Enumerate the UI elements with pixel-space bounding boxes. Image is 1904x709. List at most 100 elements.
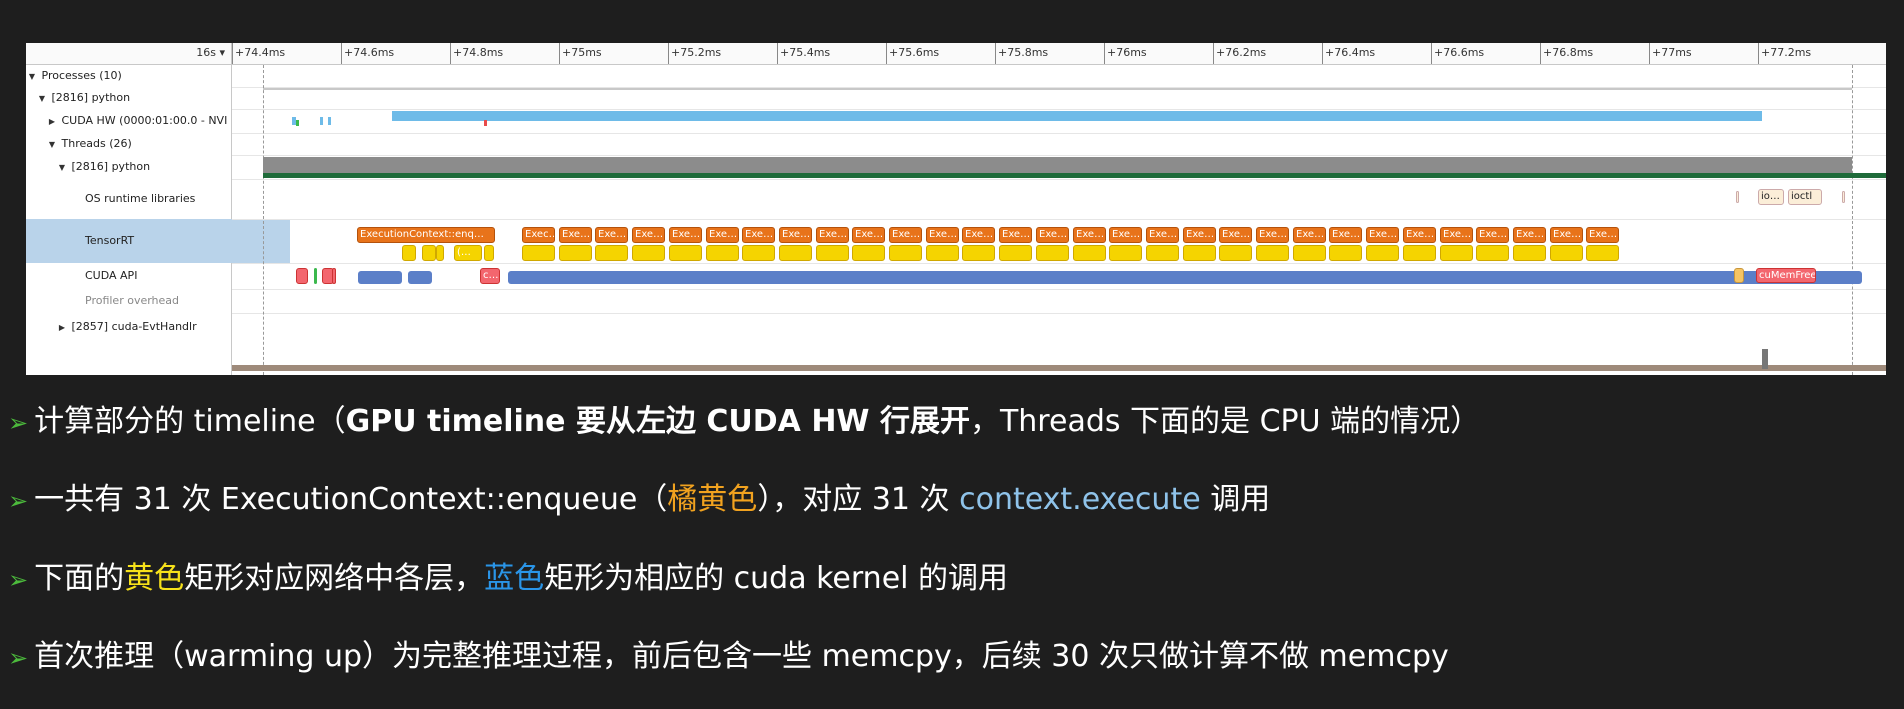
cuda-api-band[interactable] — [408, 271, 432, 284]
cuda-hw-kernel[interactable] — [320, 117, 323, 125]
layer-block[interactable] — [1476, 245, 1509, 261]
layer-block[interactable] — [669, 245, 702, 261]
cuda-hw-memcpy[interactable] — [296, 120, 299, 126]
enqueue-block[interactable]: Exe… — [1476, 227, 1509, 243]
layer-block[interactable] — [1440, 245, 1473, 261]
enqueue-block[interactable]: Exe… — [1146, 227, 1179, 243]
enqueue-block[interactable]: Exe… — [1183, 227, 1216, 243]
tree-row-cuda-hw[interactable]: ▶ CUDA HW (0000:01:00.0 - NVI — [26, 109, 251, 133]
layer-block[interactable] — [436, 245, 444, 261]
layer-block[interactable] — [1329, 245, 1362, 261]
enqueue-block[interactable]: Exe… — [779, 227, 812, 243]
cuda-api-call[interactable] — [296, 268, 308, 284]
enqueue-block[interactable]: Exe… — [1109, 227, 1142, 243]
tree-row-python-process[interactable]: ▼ [2816] python — [26, 87, 241, 109]
enqueue-block[interactable]: Exe… — [1513, 227, 1546, 243]
tree-row-python-thread[interactable]: ▼ [2816] python — [26, 155, 261, 179]
layer-block[interactable] — [1366, 245, 1399, 261]
layer-block[interactable] — [422, 245, 436, 261]
enqueue-block[interactable]: Exe… — [1036, 227, 1069, 243]
enqueue-block[interactable]: Exe… — [1586, 227, 1619, 243]
expand-icon[interactable]: ▶ — [46, 110, 58, 133]
layer-block[interactable] — [1513, 245, 1546, 261]
layer-block[interactable] — [402, 245, 416, 261]
layer-block[interactable] — [1293, 245, 1326, 261]
enqueue-block[interactable]: Exe… — [742, 227, 775, 243]
expand-icon[interactable]: ▶ — [56, 314, 68, 341]
enqueue-block[interactable]: Exe… — [926, 227, 959, 243]
enqueue-block[interactable]: Exe… — [669, 227, 702, 243]
layer-block[interactable] — [889, 245, 922, 261]
layer-block[interactable] — [559, 245, 592, 261]
layer-block[interactable] — [522, 245, 555, 261]
layer-block[interactable] — [1586, 245, 1619, 261]
enqueue-block[interactable]: Exe… — [999, 227, 1032, 243]
cuda-api-call[interactable] — [1734, 268, 1744, 283]
cuda-api-call[interactable]: c… — [480, 268, 500, 284]
layer-block[interactable] — [1219, 245, 1252, 261]
enqueue-block[interactable]: Exe… — [1403, 227, 1436, 243]
timeline-tracks[interactable]: io… ioctl ExecutionContext::enq…(…Exec…E… — [232, 65, 1886, 375]
layer-block[interactable] — [1146, 245, 1179, 261]
enqueue-block[interactable]: Exe… — [595, 227, 628, 243]
enqueue-block[interactable]: Exe… — [962, 227, 995, 243]
cuda-api-band[interactable] — [358, 271, 402, 284]
layer-block[interactable] — [1256, 245, 1289, 261]
layer-block[interactable] — [962, 245, 995, 261]
range-marker-start[interactable] — [263, 65, 264, 375]
enqueue-block[interactable]: Exe… — [852, 227, 885, 243]
os-call-small[interactable] — [1736, 191, 1739, 203]
layer-block[interactable]: (… — [454, 245, 482, 261]
enqueue-block[interactable]: Exe… — [559, 227, 592, 243]
enqueue-block[interactable]: Exe… — [816, 227, 849, 243]
enqueue-block[interactable]: Exe… — [632, 227, 665, 243]
tree-row-processes[interactable]: ▼ Processes (10) — [26, 65, 231, 87]
enqueue-block[interactable]: Exe… — [1440, 227, 1473, 243]
enqueue-block[interactable]: Exe… — [1293, 227, 1326, 243]
os-call-ioctl[interactable]: ioctl — [1788, 189, 1822, 205]
layer-block[interactable] — [852, 245, 885, 261]
layer-block[interactable] — [1109, 245, 1142, 261]
collapse-icon[interactable]: ▼ — [46, 134, 58, 155]
collapse-icon[interactable]: ▼ — [36, 88, 48, 109]
layer-block[interactable] — [1403, 245, 1436, 261]
collapse-icon[interactable]: ▼ — [26, 66, 38, 87]
cuda-api-call[interactable] — [314, 268, 317, 284]
tree-row-threads[interactable]: ▼ Threads (26) — [26, 133, 251, 155]
layer-block[interactable] — [1183, 245, 1216, 261]
cuda-hw-kernel[interactable] — [328, 117, 331, 125]
layer-block[interactable] — [1073, 245, 1106, 261]
enqueue-block[interactable]: Exe… — [1256, 227, 1289, 243]
thread-utilization-bar[interactable] — [263, 157, 1852, 173]
time-ruler[interactable]: 16s ▾ +74.4ms +74.6ms +74.8ms +75ms +75.2ms +… — [26, 43, 1886, 65]
layer-block[interactable] — [779, 245, 812, 261]
layer-block[interactable] — [484, 245, 494, 261]
enqueue-block[interactable]: Exe… — [1366, 227, 1399, 243]
layer-block[interactable] — [1550, 245, 1583, 261]
tree-row-evt-handler[interactable]: ▶ [2857] cuda-EvtHandlr — [26, 313, 261, 341]
cuda-hw-kernel-band[interactable] — [392, 111, 1762, 121]
layer-block[interactable] — [1036, 245, 1069, 261]
os-call-io[interactable]: io… — [1758, 189, 1784, 205]
range-marker-end[interactable] — [1852, 65, 1853, 375]
cuda-hw-memcpy[interactable] — [484, 120, 487, 126]
layer-block[interactable] — [632, 245, 665, 261]
cuda-api-cumemfree[interactable]: cuMemFree — [1756, 268, 1816, 283]
collapse-icon[interactable]: ▼ — [56, 156, 68, 179]
evt-handler-activity[interactable] — [1762, 349, 1768, 369]
enqueue-block[interactable]: Exec… — [522, 227, 555, 243]
cuda-api-call[interactable] — [332, 268, 336, 284]
enqueue-block[interactable]: ExecutionContext::enq… — [357, 227, 495, 243]
layer-block[interactable] — [742, 245, 775, 261]
cuda-api-band[interactable] — [508, 271, 1862, 284]
enqueue-block[interactable]: Exe… — [1073, 227, 1106, 243]
enqueue-block[interactable]: Exe… — [1550, 227, 1583, 243]
layer-block[interactable] — [999, 245, 1032, 261]
os-call-small[interactable] — [1842, 191, 1845, 203]
layer-block[interactable] — [816, 245, 849, 261]
enqueue-block[interactable]: Exe… — [1219, 227, 1252, 243]
layer-block[interactable] — [595, 245, 628, 261]
enqueue-block[interactable]: Exe… — [706, 227, 739, 243]
scale-dropdown[interactable]: 16s ▾ — [196, 46, 225, 59]
layer-block[interactable] — [926, 245, 959, 261]
